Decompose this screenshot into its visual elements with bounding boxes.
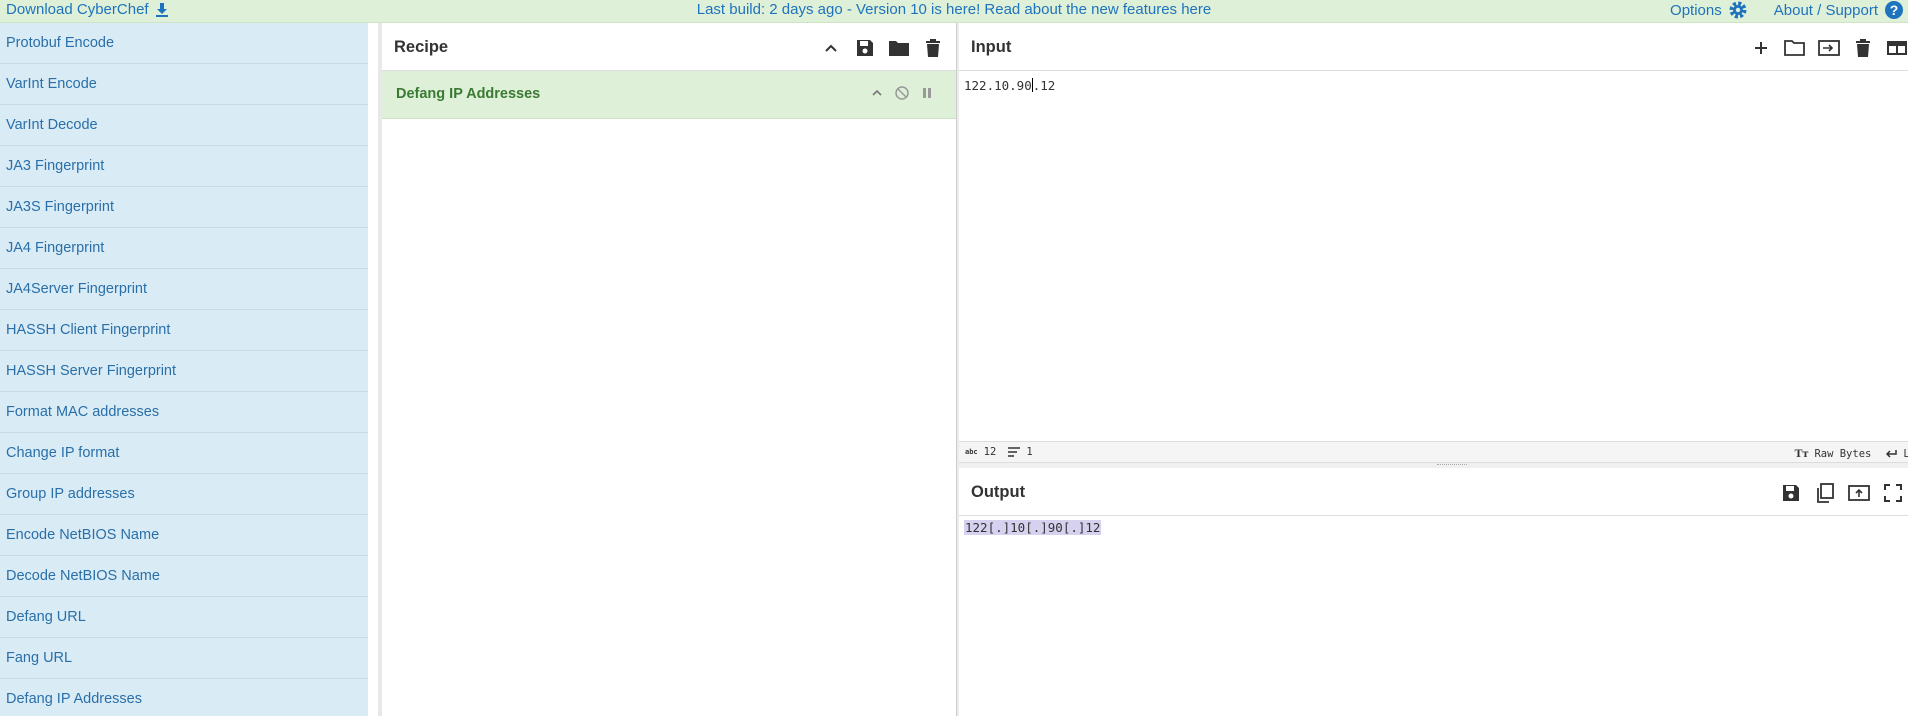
gear-icon — [1728, 0, 1748, 20]
save-recipe-button[interactable] — [854, 37, 876, 59]
copy-output-button[interactable] — [1814, 482, 1836, 504]
operation-item[interactable]: VarInt Encode — [0, 64, 368, 105]
folder-icon — [889, 41, 909, 56]
folder-open-icon — [1784, 40, 1805, 56]
svg-text:?: ? — [1890, 2, 1899, 18]
chevron-up-icon — [825, 44, 837, 52]
disable-operation-icon[interactable] — [894, 85, 910, 106]
options-button[interactable]: Options — [1670, 0, 1748, 20]
operation-item[interactable]: Fang URL — [0, 638, 368, 679]
recipe-header: Recipe — [382, 23, 956, 71]
save-output-button[interactable] — [1780, 482, 1802, 504]
text-format-icon: Tт — [1794, 446, 1809, 460]
announcement-text: Last build: 2 days ago - Version 10 is h… — [696, 1, 1182, 18]
eol-selector[interactable]: LF — [1885, 448, 1908, 460]
clear-input-button[interactable] — [1852, 37, 1874, 59]
top-banner: Download CyberChef Last build: 2 days ag… — [0, 0, 1908, 23]
download-label: Download CyberChef — [6, 1, 149, 19]
collapse-all-button[interactable] — [820, 37, 842, 59]
recipe-title: Recipe — [394, 38, 449, 56]
trash-icon — [1856, 39, 1870, 57]
upload-icon — [1848, 485, 1870, 501]
input-header: Input — [959, 23, 1908, 71]
operation-item[interactable]: HASSH Client Fingerprint — [0, 310, 368, 351]
abc-icon: abc — [965, 448, 978, 456]
layout-icon — [1887, 41, 1907, 55]
output-text[interactable]: 122[.]10[.]90[.]12 — [964, 520, 1102, 535]
output-title: Output — [971, 483, 1026, 501]
save-icon — [857, 40, 873, 56]
announcement: Last build: 2 days ago - Version 10 is h… — [0, 1, 1908, 18]
lines-icon — [1008, 447, 1021, 457]
about-label: About / Support — [1773, 1, 1878, 19]
operation-item[interactable]: Encode NetBIOS Name — [0, 515, 368, 556]
fullscreen-icon — [1884, 484, 1902, 502]
help-icon: ? — [1884, 0, 1904, 20]
maximise-output-button[interactable] — [1882, 482, 1904, 504]
open-file-button[interactable] — [1784, 37, 1806, 59]
operations-items: Protobuf Encode VarInt Encode VarInt Decod… — [0, 23, 368, 716]
input-title: Input — [971, 38, 1012, 56]
length-stat: abc 12 — [965, 446, 996, 458]
input-text-after-caret: .12 — [1032, 78, 1056, 93]
options-label: Options — [1670, 1, 1722, 19]
trash-icon — [926, 39, 940, 57]
operation-item[interactable]: Group IP addresses — [0, 474, 368, 515]
operation-item[interactable]: Defang URL — [0, 597, 368, 638]
input-lines: 1 — [1026, 446, 1033, 458]
operation-item[interactable]: JA3S Fingerprint — [0, 187, 368, 228]
operation-item[interactable]: JA4Server Fingerprint — [0, 269, 368, 310]
input-icon — [1818, 40, 1840, 56]
open-folder-button[interactable] — [1818, 37, 1840, 59]
encoding-label: Raw Bytes — [1814, 447, 1872, 460]
recipe-pane: Recipe Defang IP Addresses — [382, 23, 956, 716]
input-textarea[interactable]: 122.10.90.12 — [964, 78, 1055, 93]
encoding-selector[interactable]: Tт Raw Bytes — [1795, 446, 1872, 461]
operations-list: Protobuf Encode VarInt Encode VarInt Decod… — [0, 23, 368, 716]
about-support-button[interactable]: About / Support ? — [1774, 0, 1904, 20]
copy-icon — [1817, 483, 1834, 503]
download-icon — [155, 1, 169, 18]
add-tab-button[interactable] — [1750, 37, 1772, 59]
save-icon — [1783, 485, 1799, 501]
download-cyberchef-link[interactable]: Download CyberChef — [6, 1, 169, 18]
output-header: Output — [959, 468, 1908, 516]
input-pane: Input 122.10.90.12 — [959, 23, 1908, 465]
return-icon — [1886, 449, 1898, 458]
clear-recipe-button[interactable] — [922, 37, 944, 59]
eol-label: LF — [1903, 447, 1908, 460]
operation-item[interactable]: Defang IP Addresses — [0, 679, 368, 716]
load-recipe-button[interactable] — [888, 37, 910, 59]
plus-icon — [1755, 42, 1767, 54]
operation-item[interactable]: VarInt Decode — [0, 105, 368, 146]
operation-item[interactable]: JA3 Fingerprint — [0, 146, 368, 187]
announcement-link[interactable]: here — [1181, 1, 1211, 18]
output-pane: Output 122[.]10[.]90[.]12 — [959, 468, 1908, 716]
resizer-grip[interactable] — [1437, 464, 1467, 466]
operation-item[interactable]: Change IP format — [0, 433, 368, 474]
recipe-operation[interactable]: Defang IP Addresses — [382, 71, 956, 119]
input-text-before-caret: 122.10.90 — [964, 78, 1032, 93]
lines-stat: 1 — [1008, 446, 1033, 458]
operation-item[interactable]: JA4 Fingerprint — [0, 228, 368, 269]
operation-item[interactable]: Protobuf Encode — [0, 23, 368, 64]
replace-input-button[interactable] — [1848, 482, 1870, 504]
reset-layout-button[interactable] — [1886, 37, 1908, 59]
input-status-bar: abc 12 1 Tт Raw Bytes LF — [959, 441, 1908, 463]
pause-operation-icon[interactable] — [920, 86, 934, 105]
operation-item[interactable]: Format MAC addresses — [0, 392, 368, 433]
operation-item[interactable]: Decode NetBIOS Name — [0, 556, 368, 597]
recipe-operation-name: Defang IP Addresses — [396, 86, 541, 102]
operation-item[interactable]: HASSH Server Fingerprint — [0, 351, 368, 392]
collapse-operation-icon[interactable] — [870, 86, 884, 105]
input-length: 12 — [983, 446, 997, 458]
